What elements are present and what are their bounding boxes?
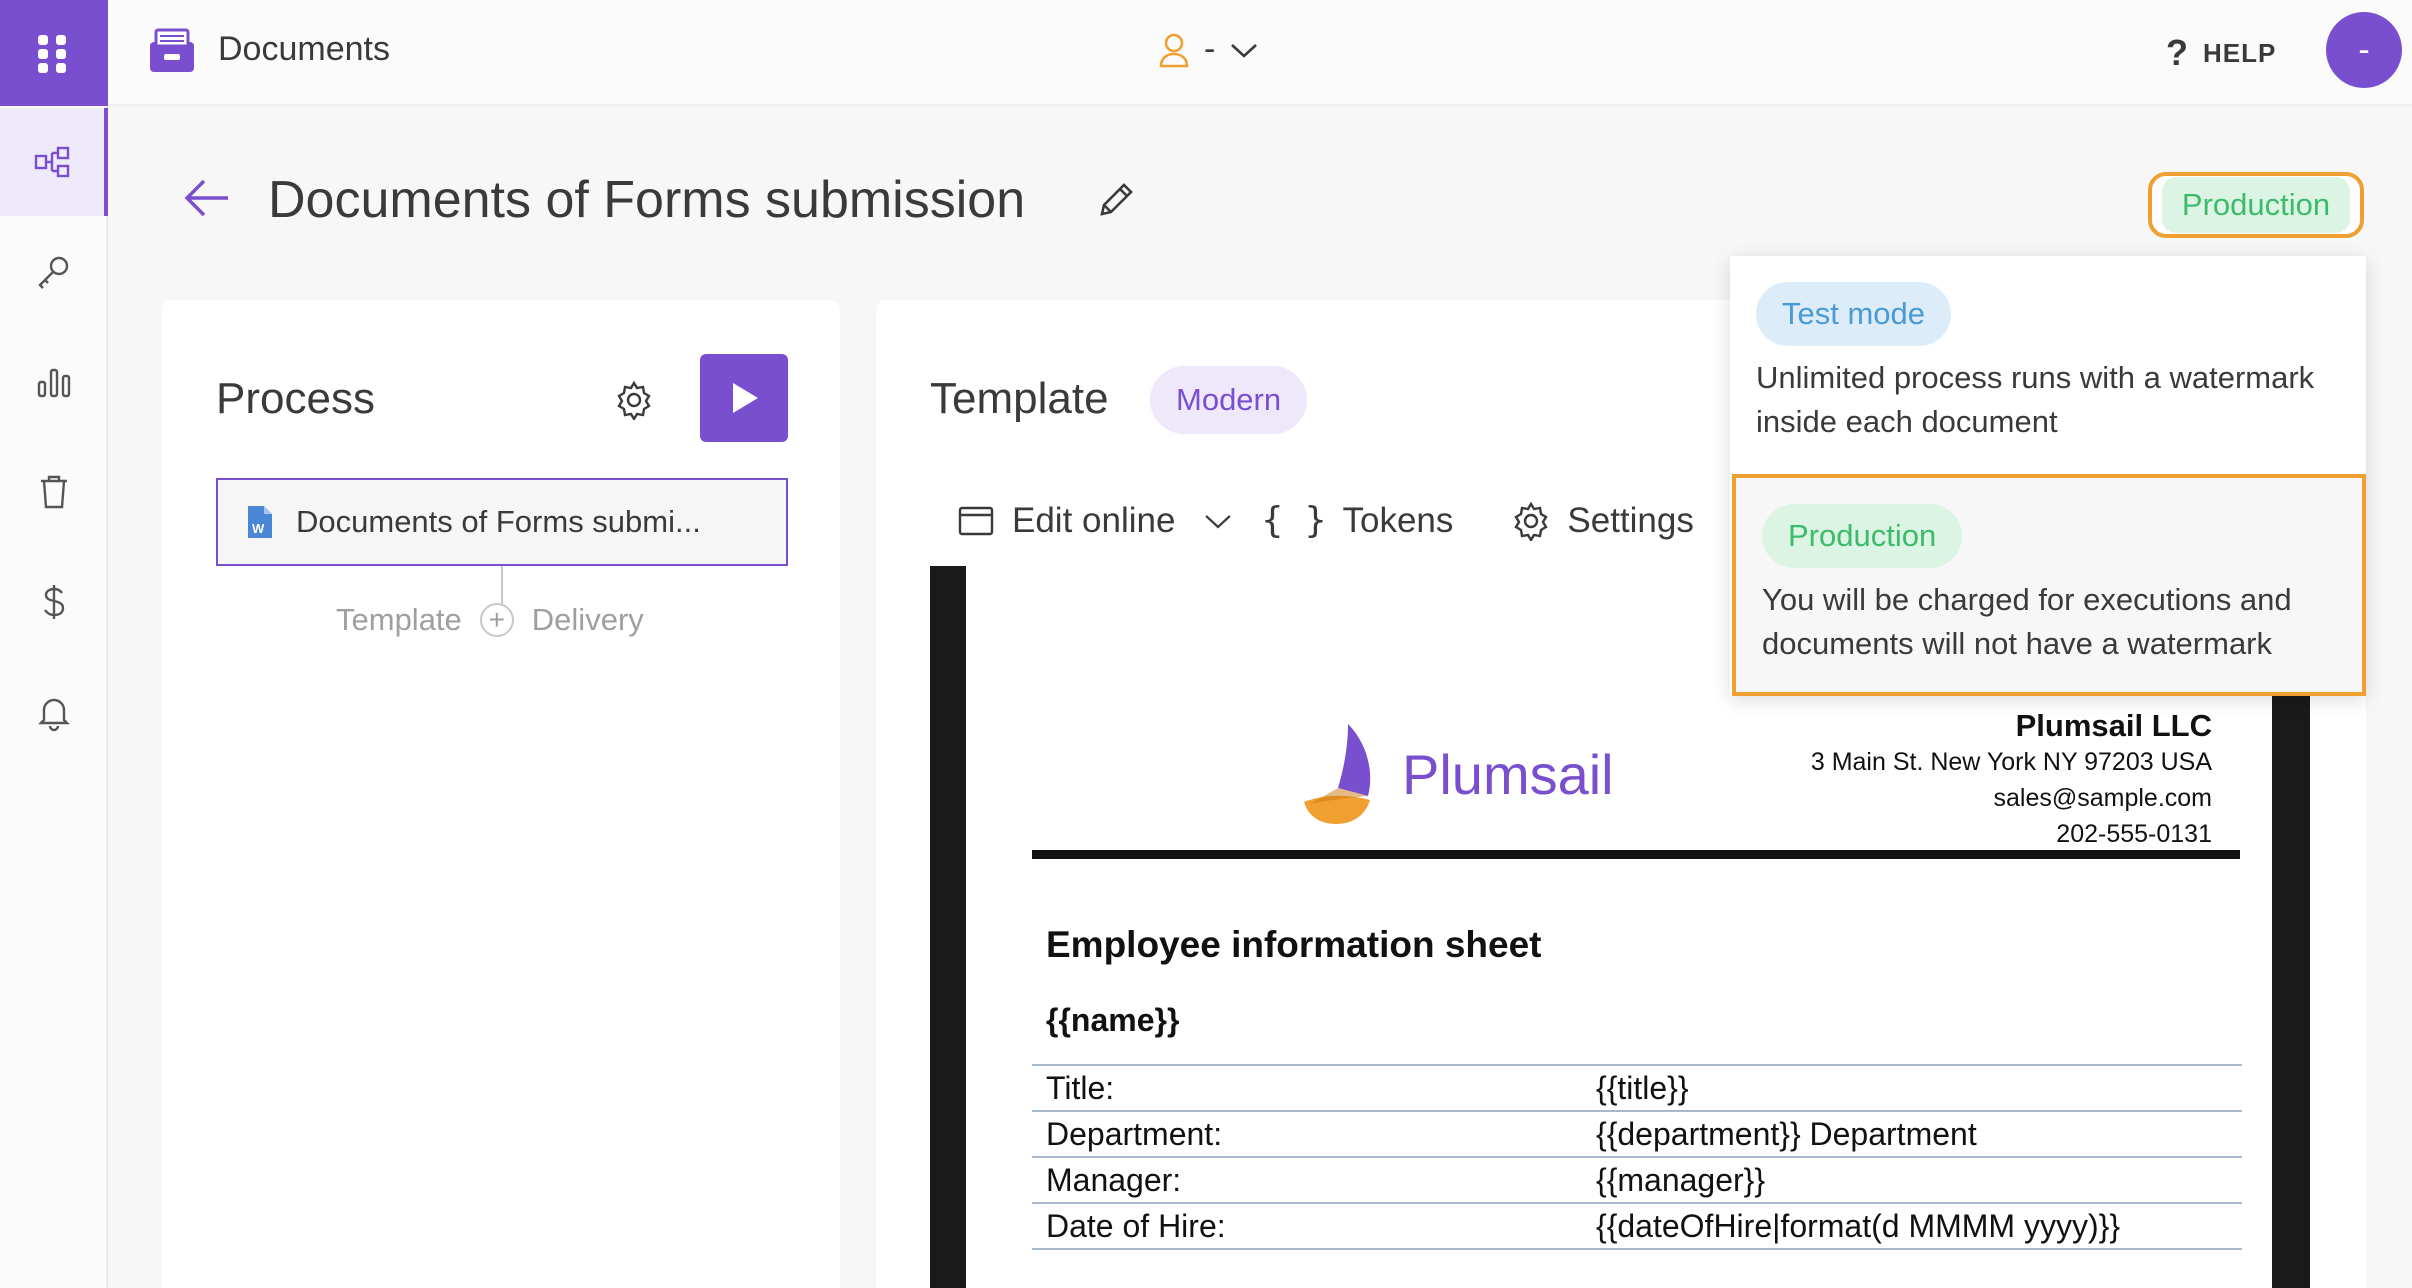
template-toolbar: Edit online { } Tokens Settings bbox=[956, 500, 1752, 541]
plumsail-logo: Plumsail bbox=[1298, 722, 1614, 826]
trash-icon bbox=[41, 475, 67, 509]
table-row: Date of Hire: {{dateOfHire|format(d MMMM… bbox=[1032, 1203, 2242, 1249]
edit-online-button[interactable]: Edit online bbox=[956, 501, 1175, 541]
left-rail bbox=[0, 0, 108, 1288]
rail-item-api-keys[interactable] bbox=[0, 218, 108, 326]
company-phone: 202-555-0131 bbox=[2056, 820, 2212, 848]
step-delivery-label: Delivery bbox=[531, 602, 644, 637]
flow-icon bbox=[34, 146, 70, 178]
gear-icon bbox=[1514, 501, 1549, 541]
bell-icon bbox=[38, 698, 70, 732]
add-step-button[interactable]: + bbox=[479, 603, 514, 637]
account-label: - bbox=[1204, 30, 1216, 68]
mode-option-test[interactable]: Test mode Unlimited process runs with a … bbox=[1730, 256, 2366, 474]
template-style-badge: Modern bbox=[1150, 366, 1308, 434]
help-label: HELP bbox=[2203, 37, 2277, 68]
row-value: {{title}} bbox=[1596, 1069, 1689, 1106]
chevron-down-icon bbox=[1231, 43, 1258, 58]
svg-text:W: W bbox=[252, 521, 265, 536]
table-row: Manager: {{manager}} bbox=[1032, 1157, 2242, 1203]
top-bar: Documents - ? HELP - bbox=[108, 0, 2412, 106]
back-arrow-icon[interactable] bbox=[182, 176, 232, 220]
sheet-title: Employee information sheet bbox=[1046, 924, 1542, 965]
company-email: sales@sample.com bbox=[1993, 784, 2212, 812]
rail-item-notifications[interactable] bbox=[0, 658, 108, 766]
key-icon bbox=[38, 256, 69, 289]
pencil-icon[interactable] bbox=[1096, 180, 1136, 220]
row-value: {{department}} Department bbox=[1596, 1115, 1977, 1152]
row-label: Date of Hire: bbox=[1046, 1207, 1226, 1244]
company-name: Plumsail LLC bbox=[2015, 708, 2212, 743]
edit-online-label: Edit online bbox=[1012, 500, 1176, 540]
dollar-icon bbox=[44, 585, 65, 619]
documents-app-icon bbox=[150, 28, 194, 72]
template-settings-button[interactable]: Settings bbox=[1511, 500, 1694, 541]
employee-info-table: Title: {{title}} Department: {{departmen… bbox=[1032, 1064, 2242, 1250]
rail-item-trash[interactable] bbox=[0, 438, 108, 546]
header-divider bbox=[1032, 850, 2240, 859]
mode-dropdown-menu: Test mode Unlimited process runs with a … bbox=[1730, 256, 2366, 696]
name-token: {{name}} bbox=[1046, 1002, 1180, 1038]
test-mode-badge: Test mode bbox=[1756, 282, 1952, 346]
app-title: Documents bbox=[218, 30, 390, 68]
rail-item-processes[interactable] bbox=[0, 108, 108, 216]
mode-selector-label: Production bbox=[2161, 177, 2351, 233]
rail-item-billing[interactable] bbox=[0, 548, 108, 656]
account-switcher[interactable]: - bbox=[1158, 30, 1259, 69]
row-label: Manager: bbox=[1046, 1161, 1182, 1198]
row-value: {{dateOfHire|format(d MMMM yyyy)}} bbox=[1596, 1207, 2120, 1244]
apps-grid-icon bbox=[38, 35, 66, 73]
add-step-row: Template + Delivery bbox=[336, 602, 644, 638]
question-icon: ? bbox=[2166, 32, 2189, 73]
table-row: Title: {{title}} bbox=[1032, 1065, 2242, 1111]
sail-logo-icon bbox=[1304, 724, 1371, 824]
step-template-label: Template bbox=[336, 602, 462, 637]
company-address: 3 Main St. New York NY 97203 USA bbox=[1810, 748, 2212, 776]
row-value: {{manager}} bbox=[1596, 1161, 1766, 1198]
rail-item-statistics[interactable] bbox=[0, 328, 108, 436]
settings-label: Settings bbox=[1567, 500, 1694, 540]
table-row: Department: {{department}} Department bbox=[1032, 1111, 2242, 1157]
word-file-icon: W bbox=[248, 506, 272, 538]
process-title: Process bbox=[216, 374, 375, 423]
process-card: Process W Documents of Forms submi... Te… bbox=[162, 300, 840, 1288]
bar-chart-icon bbox=[37, 368, 71, 398]
row-label: Department: bbox=[1046, 1115, 1223, 1152]
chevron-down-icon bbox=[1205, 514, 1232, 528]
braces-icon: { } bbox=[1261, 500, 1327, 541]
play-icon bbox=[733, 383, 758, 413]
edit-online-dropdown[interactable] bbox=[1201, 501, 1235, 541]
template-title: Template bbox=[930, 374, 1109, 423]
row-label: Title: bbox=[1046, 1069, 1115, 1106]
app-launcher-button[interactable] bbox=[0, 0, 108, 106]
production-mode-badge: Production bbox=[1762, 504, 1963, 568]
gear-icon[interactable] bbox=[614, 380, 654, 420]
app-root: Documents - ? HELP - Documents of Forms … bbox=[0, 0, 2412, 1288]
tokens-label: Tokens bbox=[1342, 500, 1454, 540]
process-document-item[interactable]: W Documents of Forms submi... bbox=[216, 478, 788, 566]
window-icon bbox=[958, 506, 994, 535]
user-icon bbox=[1159, 33, 1189, 67]
mode-selector[interactable]: Production bbox=[2148, 172, 2364, 238]
help-button[interactable]: ? HELP bbox=[2166, 32, 2276, 74]
avatar[interactable]: - bbox=[2326, 12, 2402, 88]
page-title: Documents of Forms submission bbox=[268, 171, 1026, 229]
company-info: Plumsail LLC 3 Main St. New York NY 9720… bbox=[1811, 708, 2212, 852]
test-mode-description: Unlimited process runs with a watermark … bbox=[1756, 360, 2315, 439]
mode-option-production[interactable]: Production You will be charged for execu… bbox=[1732, 474, 2366, 696]
process-document-name: Documents of Forms submi... bbox=[296, 504, 701, 539]
logo-wordmark: Plumsail bbox=[1402, 742, 1614, 806]
tokens-button[interactable]: { } Tokens bbox=[1261, 500, 1453, 541]
run-process-button[interactable] bbox=[700, 354, 788, 442]
production-mode-description: You will be charged for executions and d… bbox=[1762, 582, 2292, 661]
step-connector bbox=[501, 566, 503, 606]
